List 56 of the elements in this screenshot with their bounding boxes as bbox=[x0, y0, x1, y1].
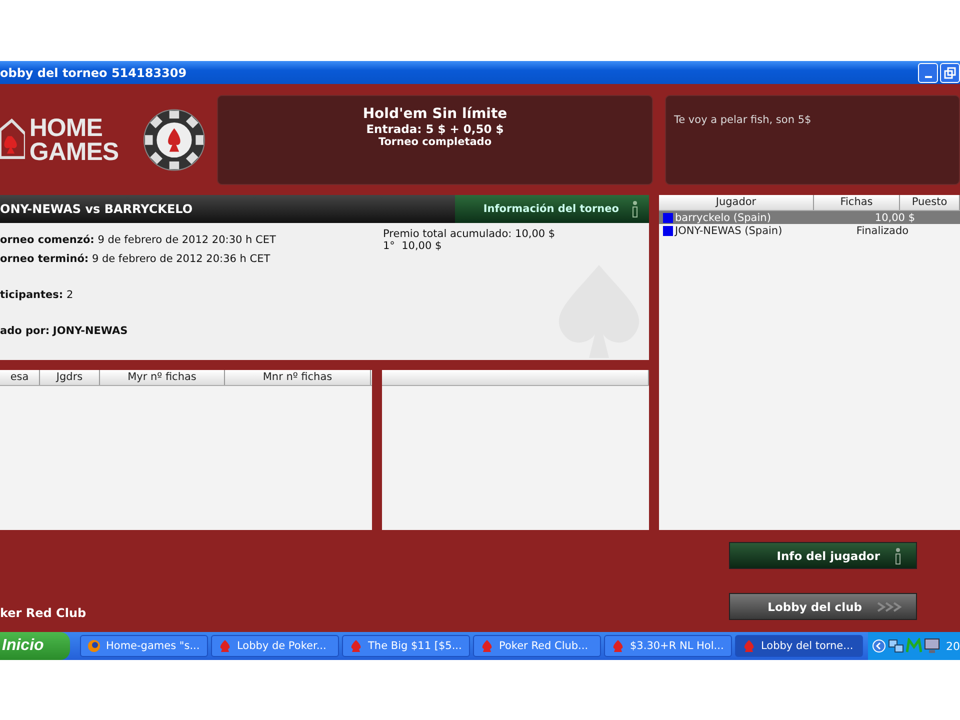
chevron-icon[interactable] bbox=[872, 639, 886, 653]
player-info-button[interactable]: Info del jugador bbox=[729, 542, 917, 569]
column-header[interactable]: Mnr nº fichas bbox=[225, 370, 371, 385]
detail-text: ado por: JONY-NEWAS bbox=[0, 325, 128, 337]
poker-chip-icon bbox=[142, 108, 205, 172]
house-logo-icon bbox=[0, 118, 26, 162]
player-row[interactable]: barryckelo (Spain) 10,00 $ bbox=[659, 211, 960, 224]
spade-icon bbox=[218, 639, 232, 653]
prize-place: 1° 10,00 $ bbox=[383, 240, 443, 252]
match-title: ONY-NEWAS vs BARRYCKELO bbox=[0, 202, 193, 216]
restore-icon bbox=[944, 66, 956, 78]
club-lobby-button[interactable]: Lobby del club bbox=[729, 593, 917, 620]
prize-total: Premio total acumulado: 10,00 $ bbox=[383, 228, 556, 240]
player-row[interactable]: JONY-NEWAS (Spain) Finalizado bbox=[659, 224, 960, 237]
player-chips: 10,00 $ bbox=[825, 212, 915, 224]
logo-text: HOME bbox=[29, 116, 104, 140]
player-chips: Finalizado bbox=[845, 224, 920, 236]
restore-button[interactable] bbox=[940, 62, 960, 82]
network-icon[interactable] bbox=[888, 638, 904, 654]
taskbar-button[interactable]: $3.30+R NL Hol... bbox=[604, 635, 732, 657]
taskbar-button[interactable]: Poker Red Club... bbox=[473, 635, 601, 657]
minimize-icon bbox=[924, 76, 932, 78]
detail-text: orneo terminó: 9 de febrero de 2012 20:36 h CET bbox=[0, 253, 270, 265]
column-header[interactable]: Fichas bbox=[814, 195, 900, 210]
chat-message: Te voy a pelar fish, son 5$ bbox=[674, 114, 812, 126]
spade-icon bbox=[349, 639, 363, 653]
player-name: barryckelo (Spain) bbox=[675, 212, 772, 224]
detail-text: ticipantes: 2 bbox=[0, 289, 74, 301]
column-header[interactable]: Jgdrs bbox=[40, 370, 100, 385]
taskbar-button[interactable]: Home-games "s... bbox=[80, 635, 208, 657]
column-header[interactable]: Puesto bbox=[900, 195, 960, 210]
buy-in-text: Entrada: 5 $ + 0,50 $ bbox=[366, 122, 504, 136]
status-text: Torneo completado bbox=[378, 136, 492, 148]
column-header[interactable]: Myr nº fichas bbox=[100, 370, 225, 385]
column-header[interactable]: esa bbox=[0, 370, 40, 385]
player-name: JONY-NEWAS (Spain) bbox=[675, 224, 784, 236]
clock: 20 bbox=[946, 640, 960, 652]
spade-icon bbox=[480, 639, 494, 653]
globe-icon bbox=[87, 639, 101, 653]
info-icon bbox=[894, 546, 902, 564]
window-title: obby del torneo 514183309 bbox=[0, 66, 187, 80]
taskbar-button[interactable]: Lobby del torne... bbox=[735, 635, 863, 657]
detail-text: orneo comenzó: 9 de febrero de 2012 20:30 h CET bbox=[0, 234, 276, 246]
tournament-info-tab[interactable]: Información del torneo bbox=[455, 195, 649, 223]
monitor-icon[interactable] bbox=[924, 638, 940, 654]
club-name: ker Red Club bbox=[0, 606, 86, 620]
spade-icon bbox=[611, 639, 625, 653]
minimize-button[interactable] bbox=[918, 62, 938, 82]
column-header[interactable]: Jugador bbox=[659, 195, 814, 210]
game-name: Hold'em Sin límite bbox=[362, 106, 508, 122]
taskbar-button[interactable]: Lobby de Poker... bbox=[211, 635, 339, 657]
logo-text: GAMES bbox=[29, 140, 119, 164]
forward-arrows-icon bbox=[876, 600, 904, 612]
taskbar-button[interactable]: The Big $11 [$5... bbox=[342, 635, 470, 657]
spade-icon bbox=[742, 639, 756, 653]
info-icon bbox=[631, 200, 639, 218]
